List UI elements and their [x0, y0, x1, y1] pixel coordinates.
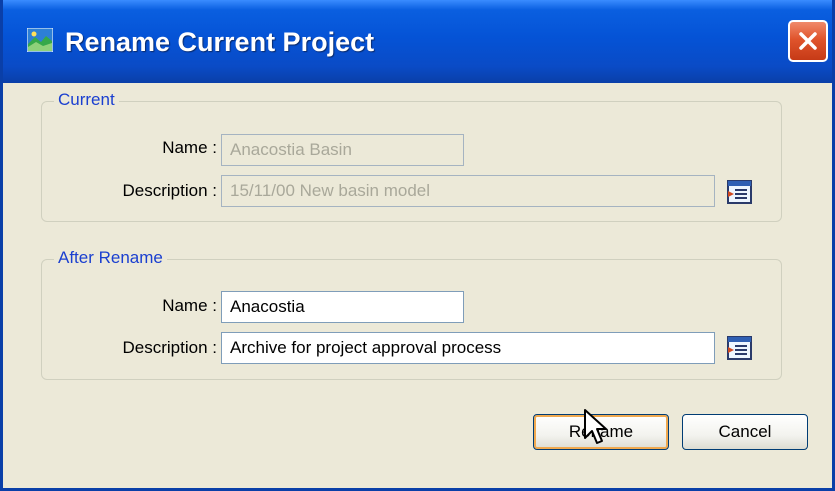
close-icon: [799, 32, 817, 50]
title-bar[interactable]: Rename Current Project: [3, 0, 832, 83]
after-name-field[interactable]: [221, 291, 464, 323]
current-description-label: Description :: [122, 181, 217, 200]
current-name-field: [221, 134, 464, 166]
project-icon: [27, 28, 53, 52]
mouse-pointer-icon: [584, 409, 607, 444]
after-description-label: Description :: [122, 338, 217, 357]
current-name-label: Name :: [162, 138, 217, 157]
edit-description-icon[interactable]: [726, 334, 754, 362]
close-button[interactable]: [788, 20, 828, 62]
edit-description-icon[interactable]: [726, 178, 754, 206]
after-rename-legend: After Rename: [54, 248, 167, 268]
window-title: Rename Current Project: [65, 27, 375, 57]
rename-project-dialog: Rename Current Project Current Name : De…: [0, 0, 835, 491]
after-description-field[interactable]: [221, 332, 715, 364]
current-legend: Current: [54, 90, 119, 110]
cancel-button[interactable]: Cancel: [682, 414, 808, 450]
after-name-label: Name :: [162, 296, 217, 315]
current-description-field: [221, 175, 715, 207]
